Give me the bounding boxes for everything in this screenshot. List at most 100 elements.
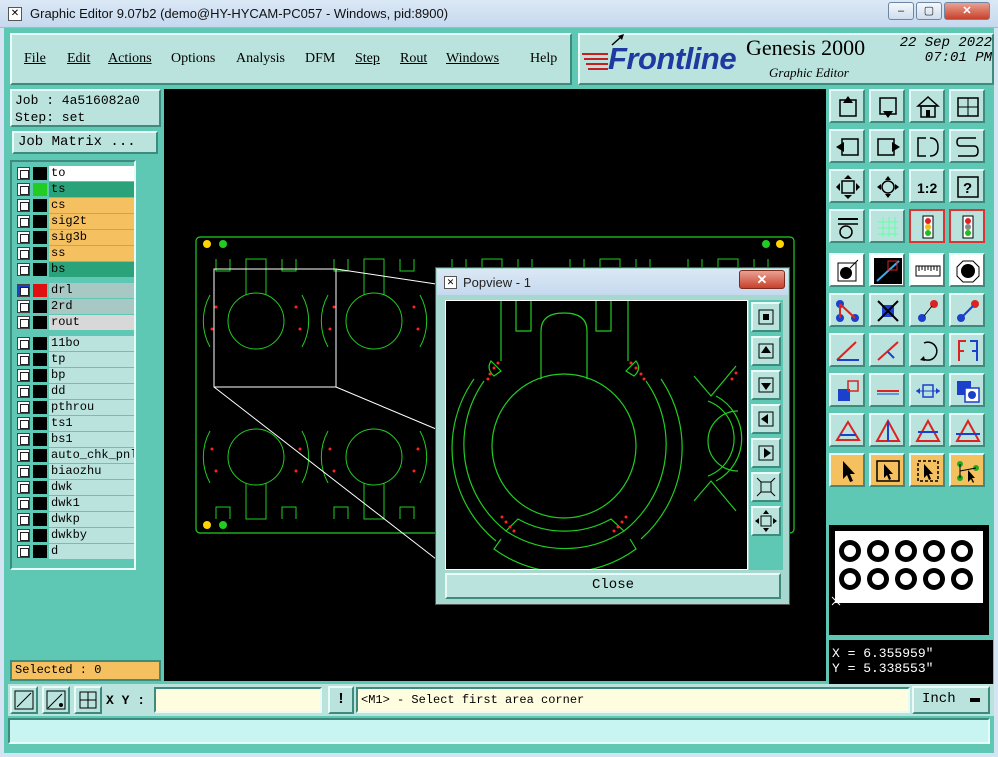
layer-name[interactable]: dd xyxy=(49,384,134,399)
menu-windows[interactable]: Windows xyxy=(446,51,499,67)
layer-color-swatch[interactable] xyxy=(33,449,47,462)
layer-row[interactable]: 11bo xyxy=(16,336,134,351)
layer-name[interactable]: 11bo xyxy=(49,336,134,351)
layer-row[interactable]: drl xyxy=(16,283,134,298)
layer-name[interactable]: to xyxy=(49,166,134,181)
layer-name[interactable]: bs xyxy=(49,262,134,277)
layer-color-swatch[interactable] xyxy=(33,231,47,244)
unit-selector[interactable]: Inch xyxy=(912,686,990,714)
menu-help[interactable]: Help xyxy=(530,51,557,67)
layer-color-swatch[interactable] xyxy=(33,353,47,366)
menu-options[interactable]: Options xyxy=(171,51,215,67)
layer-checkbox[interactable] xyxy=(17,433,30,446)
layer-checkbox[interactable] xyxy=(17,231,30,244)
line-tool[interactable] xyxy=(869,373,905,407)
layer-color-swatch[interactable] xyxy=(33,284,47,297)
move-left-tool[interactable] xyxy=(829,129,865,163)
popview-close-button[interactable]: Close xyxy=(445,573,781,599)
layer-color-swatch[interactable] xyxy=(33,513,47,526)
window-close-button[interactable]: ✕ xyxy=(944,2,990,20)
layer-row[interactable]: 2rd xyxy=(16,299,134,314)
layer-row[interactable]: ss xyxy=(16,246,134,261)
connect-tool[interactable] xyxy=(829,293,865,327)
help-tool[interactable]: ? xyxy=(949,169,985,203)
zoom-in-tool[interactable] xyxy=(869,169,905,203)
layer-row[interactable]: dwkby xyxy=(16,528,134,543)
menu-file[interactable]: File xyxy=(24,51,46,67)
layer-colors-alt-tool[interactable] xyxy=(949,209,985,243)
layer-color-swatch[interactable] xyxy=(33,316,47,329)
layer-color-swatch[interactable] xyxy=(33,433,47,446)
layer-color-swatch[interactable] xyxy=(33,263,47,276)
job-matrix-button[interactable]: Job Matrix ... xyxy=(12,131,158,154)
layer-row[interactable]: dwk1 xyxy=(16,496,134,511)
layer-checkbox[interactable] xyxy=(17,465,30,478)
layer-color-swatch[interactable] xyxy=(33,183,47,196)
layer-row[interactable]: ts xyxy=(16,182,134,197)
select-pad-tool[interactable] xyxy=(829,253,865,287)
layer-checkbox[interactable] xyxy=(17,337,30,350)
triangle-tool[interactable] xyxy=(829,413,865,447)
layer-color-swatch[interactable] xyxy=(33,385,47,398)
popview-close-x-button[interactable]: ✕ xyxy=(739,270,785,289)
layer-color-swatch[interactable] xyxy=(33,401,47,414)
add-pad-tool[interactable] xyxy=(909,293,945,327)
layer-color-swatch[interactable] xyxy=(33,497,47,510)
xy-input[interactable] xyxy=(154,687,322,713)
select-line-tool[interactable] xyxy=(869,253,905,287)
layer-name[interactable]: dwk xyxy=(49,480,134,495)
minimize-button[interactable]: – xyxy=(888,2,914,20)
popview-pan-down-button[interactable] xyxy=(751,370,781,400)
layer-colors-tool[interactable] xyxy=(909,209,945,243)
layer-checkbox[interactable] xyxy=(17,529,30,542)
layer-name[interactable]: sig3b xyxy=(49,230,134,245)
layer-checkbox[interactable] xyxy=(17,316,30,329)
mirror-tool[interactable] xyxy=(909,129,945,163)
popview-pan-up-button[interactable] xyxy=(751,336,781,366)
layer-checkbox[interactable] xyxy=(17,401,30,414)
layer-checkbox[interactable] xyxy=(17,284,30,297)
delete-tool[interactable] xyxy=(869,293,905,327)
triangle-fill-tool[interactable] xyxy=(909,413,945,447)
layer-row[interactable]: dd xyxy=(16,384,134,399)
layer-row[interactable]: bs1 xyxy=(16,432,134,447)
menu-step[interactable]: Step xyxy=(355,51,380,67)
layer-row[interactable]: d xyxy=(16,544,134,559)
layer-checkbox[interactable] xyxy=(17,369,30,382)
layer-checkbox[interactable] xyxy=(17,247,30,260)
triangle-alt-tool[interactable] xyxy=(869,413,905,447)
layer-color-swatch[interactable] xyxy=(33,167,47,180)
maximize-button[interactable]: ▢ xyxy=(916,2,942,20)
layer-name[interactable]: auto_chk_pnl xyxy=(49,448,134,463)
intersect-tool[interactable] xyxy=(949,373,985,407)
select-area-tool[interactable] xyxy=(909,453,945,487)
layer-checkbox[interactable] xyxy=(17,385,30,398)
layer-name[interactable]: d xyxy=(49,544,134,559)
move-right-tool[interactable] xyxy=(869,129,905,163)
popview-pan-right-button[interactable] xyxy=(751,438,781,468)
menu-edit[interactable]: Edit xyxy=(67,51,90,67)
layer-color-swatch[interactable] xyxy=(33,417,47,430)
layer-row[interactable]: dwk xyxy=(16,480,134,495)
popview-zoom-out-button[interactable] xyxy=(751,506,781,536)
layer-name[interactable]: 2rd xyxy=(49,299,134,314)
home-tool[interactable] xyxy=(909,89,945,123)
ruler-tool[interactable] xyxy=(909,253,945,287)
layer-color-swatch[interactable] xyxy=(33,369,47,382)
stretch-tool[interactable] xyxy=(909,373,945,407)
layer-name[interactable]: ss xyxy=(49,246,134,261)
layer-checkbox[interactable] xyxy=(17,167,30,180)
rotate-tool[interactable] xyxy=(909,333,945,367)
layer-name[interactable]: bs1 xyxy=(49,432,134,447)
popview-viewport[interactable] xyxy=(445,300,748,573)
pad-display-tool[interactable] xyxy=(949,253,985,287)
layer-checkbox[interactable] xyxy=(17,481,30,494)
layer-name[interactable]: ts1 xyxy=(49,416,134,431)
layer-checkbox[interactable] xyxy=(17,300,30,313)
layer-color-swatch[interactable] xyxy=(33,337,47,350)
layer-checkbox[interactable] xyxy=(17,449,30,462)
layer-checkbox[interactable] xyxy=(17,353,30,366)
scale-1-2-tool[interactable]: 1:2 xyxy=(909,169,945,203)
alert-button[interactable]: ! xyxy=(328,686,354,714)
layer-color-swatch[interactable] xyxy=(33,199,47,212)
